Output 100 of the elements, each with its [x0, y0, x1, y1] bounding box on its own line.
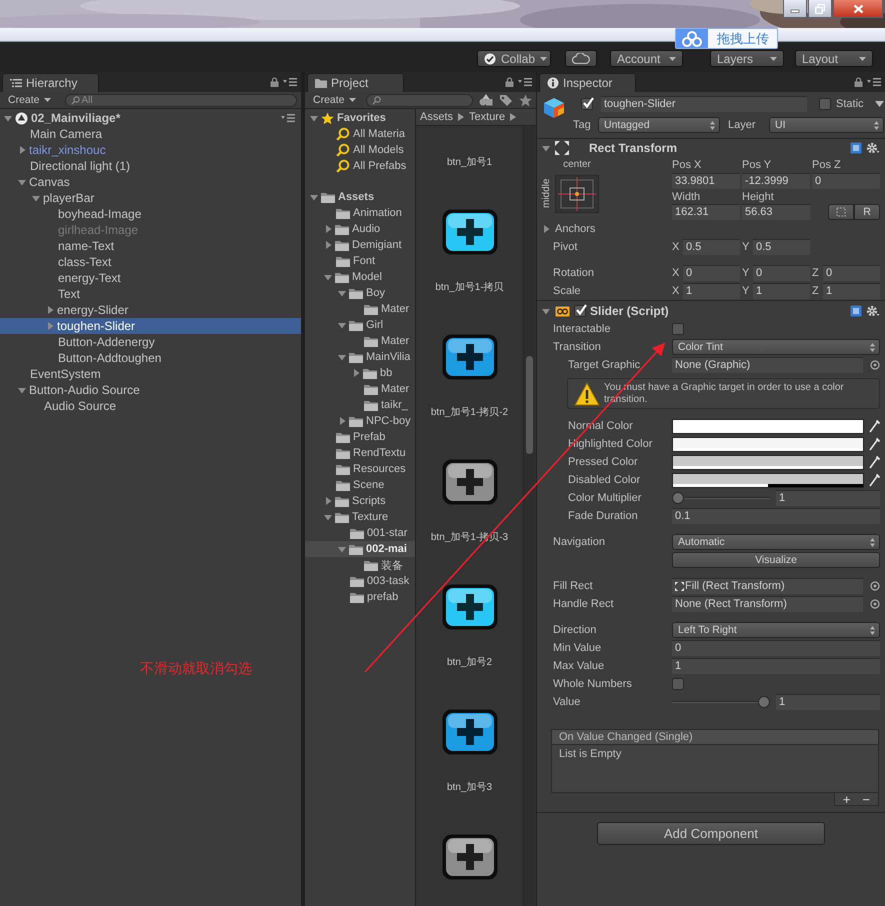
upload-button[interactable]: 拖拽上传 [675, 28, 778, 49]
dropdown[interactable]: Left To Right [672, 622, 880, 638]
dropdown[interactable]: Automatic [672, 534, 880, 550]
folder-name: Animation [353, 207, 402, 219]
number-field[interactable]: 1 [776, 694, 880, 710]
number-field[interactable]: 0 [812, 173, 880, 189]
folder-row[interactable]: 002-mai [305, 541, 415, 557]
number-field[interactable]: 56.63 [742, 204, 810, 220]
hierarchy-row[interactable]: Text [0, 286, 301, 302]
hierarchy-row[interactable]: EventSystem [0, 366, 301, 382]
hierarchy-row[interactable]: 02_Mainviliage* [0, 110, 301, 126]
favorite-row[interactable]: All Models [305, 142, 415, 158]
collab-button[interactable]: Collab [477, 50, 551, 67]
folder-row[interactable]: Animation [305, 205, 415, 221]
panel-tab[interactable]: Inspector [539, 73, 636, 92]
folder-row[interactable]: 003-task [305, 573, 415, 589]
folder-row[interactable]: Model [305, 269, 415, 285]
folder-row[interactable]: 001-star [305, 525, 415, 541]
object-name: Text [58, 287, 80, 301]
name-field[interactable]: toughen-Slider [601, 96, 807, 112]
hierarchy-row[interactable]: Button-Addenergy [0, 334, 301, 350]
number-field[interactable]: 1 [683, 283, 740, 299]
folder-row[interactable]: Scripts [305, 493, 415, 509]
folder-row[interactable]: Mater [305, 333, 415, 349]
number-field[interactable]: 0 [753, 265, 810, 281]
layer-dropdown[interactable]: UI [769, 117, 884, 133]
visualize-button[interactable]: Visualize [672, 552, 880, 568]
folder-row[interactable]: Mater [305, 301, 415, 317]
panel-tab[interactable]: Project [307, 73, 404, 92]
favorite-row[interactable]: Favorites [305, 110, 415, 126]
panel-tab[interactable]: Hierarchy [2, 73, 99, 92]
object-field[interactable]: None (Rect Transform) [672, 596, 863, 612]
hierarchy-row[interactable]: Main Camera [0, 126, 301, 142]
favorite-row[interactable]: All Prefabs [305, 158, 415, 174]
folder-row[interactable]: RendTextu [305, 445, 415, 461]
folder-row[interactable]: Audio [305, 221, 415, 237]
number-field[interactable]: 0 [672, 640, 880, 656]
folder-row[interactable]: Mater [305, 381, 415, 397]
add-component-button[interactable]: Add Component [597, 822, 825, 845]
folder-row[interactable]: prefab [305, 589, 415, 605]
number-field[interactable]: 0.5 [753, 239, 810, 255]
folder-row[interactable]: 装备 [305, 557, 415, 573]
dropdown[interactable]: Color Tint [672, 339, 880, 355]
asset-name[interactable]: btn_加号1 [446, 156, 492, 170]
hierarchy-row[interactable]: boyhead-Image [0, 206, 301, 222]
folder-row[interactable]: bb [305, 365, 415, 381]
create-button[interactable]: Create [4, 94, 55, 106]
object-field[interactable]: None (Graphic) [672, 357, 863, 373]
folder-row[interactable]: NPC-boy [305, 413, 415, 429]
number-field[interactable]: -12.3999 [742, 173, 810, 189]
hierarchy-row[interactable]: Button-Addtoughen [0, 350, 301, 366]
hierarchy-row[interactable]: name-Text [0, 238, 301, 254]
hierarchy-row[interactable]: taikr_xinshouc [0, 142, 301, 158]
number-field[interactable]: 0.1 [672, 508, 880, 524]
folder-row[interactable]: Resources [305, 461, 415, 477]
folder-row[interactable]: taikr_ [305, 397, 415, 413]
folder-row[interactable]: Scene [305, 477, 415, 493]
folder-row[interactable]: Prefab [305, 429, 415, 445]
hierarchy-row[interactable]: Audio Source [0, 398, 301, 414]
hierarchy-row[interactable]: Button-Audio Source [0, 382, 301, 398]
folder-row[interactable]: Demigiant [305, 237, 415, 253]
folder-row[interactable]: Boy [305, 285, 415, 301]
favorite-row[interactable]: All Materia [305, 126, 415, 142]
breadcrumb-link[interactable]: Assets [420, 111, 454, 123]
number-field[interactable]: 0.5 [683, 239, 740, 255]
asset-name[interactable]: btn_加号1-拷贝-2 [430, 406, 508, 420]
hierarchy-row[interactable]: Directional light (1) [0, 158, 301, 174]
asset-name[interactable]: btn_加号1-拷贝 [435, 281, 504, 295]
hierarchy-row[interactable]: class-Text [0, 254, 301, 270]
folder-row[interactable]: Assets [305, 189, 415, 205]
breadcrumb-link[interactable]: Texture [469, 111, 506, 123]
dropdown-button[interactable]: Account [610, 50, 683, 67]
folder-row[interactable]: Texture [305, 509, 415, 525]
number-field[interactable]: 1 [776, 490, 880, 506]
number-field[interactable]: 0 [683, 265, 740, 281]
hierarchy-row[interactable]: energy-Slider [0, 302, 301, 318]
object-field[interactable]: Fill (Rect Transform) [672, 578, 863, 594]
asset-name[interactable]: btn_加号2 [446, 656, 492, 670]
dropdown-button[interactable]: Layout [795, 50, 873, 67]
folder-row[interactable]: MainVilia [305, 349, 415, 365]
folder-row[interactable]: Girl [305, 317, 415, 333]
remove-button[interactable]: − [862, 794, 870, 804]
hierarchy-row[interactable]: toughen-Slider [0, 318, 301, 334]
hierarchy-row[interactable]: playerBar [0, 190, 301, 206]
tag-dropdown[interactable]: Untagged [598, 117, 720, 133]
asset-name[interactable]: btn_加号3 [446, 781, 492, 795]
create-button[interactable]: Create [309, 94, 360, 106]
number-field[interactable]: 33.9801 [672, 173, 740, 189]
add-button[interactable]: + [842, 794, 850, 804]
hierarchy-row[interactable]: Canvas [0, 174, 301, 190]
hierarchy-row[interactable]: energy-Text [0, 270, 301, 286]
dropdown-button[interactable]: Layers [710, 50, 784, 67]
number-field[interactable]: 0 [823, 265, 880, 281]
number-field[interactable]: 1 [672, 658, 880, 674]
folder-row[interactable]: Font [305, 253, 415, 269]
number-field[interactable]: 1 [823, 283, 880, 299]
number-field[interactable]: 162.31 [672, 204, 740, 220]
number-field[interactable]: 1 [753, 283, 810, 299]
raw-button[interactable]: R [854, 204, 880, 220]
field-label: Pressed Color [567, 455, 639, 470]
